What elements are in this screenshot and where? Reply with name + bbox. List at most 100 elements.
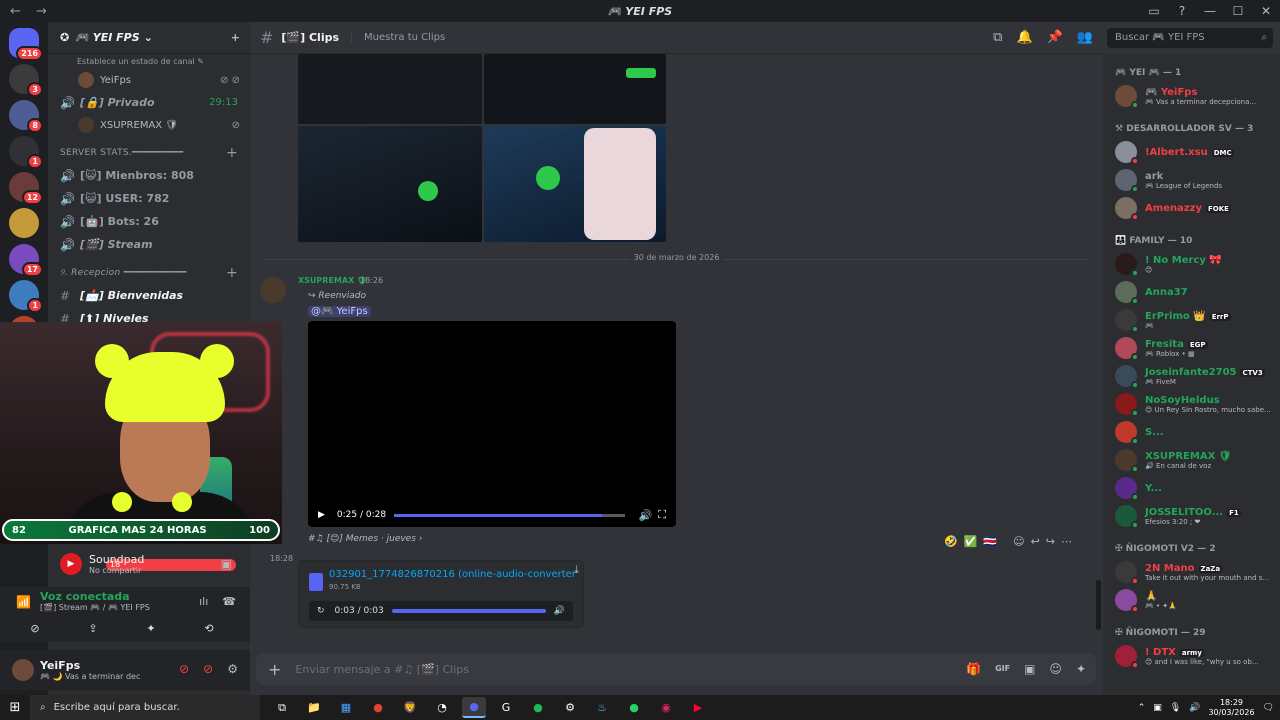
member-item[interactable]: ! DTX army 😊 and I was like, "why u so ob.… xyxy=(1103,642,1280,670)
fullscreen-icon[interactable]: ⛶ xyxy=(658,508,666,522)
channel-bots[interactable]: 🔊 [🤖] Bots: 26 xyxy=(48,210,250,233)
server-icon[interactable]: 3 xyxy=(9,64,43,97)
image-attachment[interactable] xyxy=(298,54,482,124)
channel-members[interactable]: 🔊 [😺] Mienbros: 808 xyxy=(48,164,250,187)
screen-share-icon[interactable]: ▣ xyxy=(221,557,232,571)
maximize-button[interactable]: ☐ xyxy=(1224,0,1252,22)
taskbar-app-icon[interactable]: ▶ xyxy=(686,697,710,718)
image-attachment[interactable] xyxy=(298,126,482,242)
reaction[interactable]: 🤣 xyxy=(944,535,958,548)
avatar[interactable] xyxy=(12,659,34,681)
soundpad-activity[interactable]: ▶ Soundpad No compartir ▣ xyxy=(48,547,250,581)
minimize-button[interactable]: — xyxy=(1196,0,1224,22)
channel-topic[interactable]: Muestra tu Clips xyxy=(351,32,445,43)
member-item[interactable]: Y... xyxy=(1103,474,1280,502)
windows-start-icon[interactable]: ⊞ xyxy=(0,700,30,715)
network-icon[interactable]: ▣ xyxy=(1153,703,1162,713)
channel-status-prompt[interactable]: Establece un estado de canal ✎ xyxy=(48,54,250,69)
member-item[interactable]: Fresita EGP 🎮 Roblox • ▦ xyxy=(1103,334,1280,362)
close-button[interactable]: ✕ xyxy=(1252,0,1280,22)
taskbar-app-icon[interactable]: 🦁 xyxy=(398,697,422,718)
add-reaction-icon[interactable]: ☺ xyxy=(1013,535,1024,548)
server-icon[interactable]: 1 xyxy=(9,136,43,169)
inbox-icon[interactable]: ▭ xyxy=(1140,0,1168,22)
play-icon[interactable]: ▶ xyxy=(318,510,325,520)
channel-bienvenidas[interactable]: # [📩] Bienvenidas xyxy=(48,284,250,307)
taskbar-app-icon[interactable]: ◔ xyxy=(430,697,454,718)
member-item[interactable]: 🎮 YeiFps 🎮 Vas a terminar decepciona... xyxy=(1103,82,1280,110)
taskbar-app-icon[interactable]: ● xyxy=(462,697,486,718)
volume-icon[interactable]: 🔊 xyxy=(1189,703,1200,713)
member-item[interactable]: XSUPREMAX 🛡 🔊 En canal de voz xyxy=(1103,446,1280,474)
taskbar-search[interactable]: ⌕ Escribe aquí para buscar. xyxy=(30,695,260,720)
voice-channel-private[interactable]: 🔊 [🔒] Privado 29:13 xyxy=(48,91,250,114)
gift-icon[interactable]: 🎁 xyxy=(966,662,981,676)
taskbar-app-icon[interactable]: ● xyxy=(526,697,550,718)
image-attachment[interactable] xyxy=(484,126,666,242)
server-icon[interactable]: 17 xyxy=(9,244,43,277)
attachment-filename[interactable]: 032901_1774826870216 (online-audio-conve… xyxy=(329,569,575,580)
taskbar-app-icon[interactable]: ⧉ xyxy=(270,697,294,718)
member-item[interactable]: 🙏 🎮 • ✦🙏 xyxy=(1103,586,1280,614)
download-icon[interactable]: ⤓ xyxy=(574,563,579,577)
add-channel-icon[interactable]: + xyxy=(226,265,238,281)
user-mention[interactable]: @🎮 YeiFps xyxy=(308,306,371,317)
member-list-icon[interactable]: 👥 xyxy=(1077,30,1093,45)
screen-share-button[interactable]: ⇪ xyxy=(68,620,118,638)
add-member-icon[interactable]: + xyxy=(231,31,240,44)
server-header[interactable]: ✪ 🎮 YEI FPS ⌄ + xyxy=(48,22,250,54)
more-icon[interactable]: ⋯ xyxy=(1061,535,1072,548)
member-item[interactable]: ! No Mercy 🎀 😊 xyxy=(1103,250,1280,278)
taskbar-app-icon[interactable]: ● xyxy=(622,697,646,718)
activities-button[interactable]: ✦ xyxy=(126,620,176,638)
server-icon[interactable] xyxy=(9,208,39,238)
chevron-up-icon[interactable]: ⌃ xyxy=(1138,703,1146,713)
apps-icon[interactable]: ✦ xyxy=(1076,662,1086,676)
signal-icon[interactable]: 📶 xyxy=(16,595,31,609)
server-icon[interactable]: 8 xyxy=(9,100,43,133)
camera-off-button[interactable]: ⊘ xyxy=(10,620,60,638)
server-icon[interactable]: 1 xyxy=(9,280,43,313)
reaction[interactable]: 🇨🇷 xyxy=(983,535,997,548)
category-server-stats[interactable]: SERVER STATS.━━━━━━━━━ + xyxy=(48,142,250,164)
audio-progress-bar[interactable] xyxy=(391,609,546,613)
member-item[interactable]: !Albert.xsu DMC xyxy=(1103,138,1280,166)
member-item[interactable]: NoSoyHeldus 😊 Un Rey Sin Rostro, mucho sa… xyxy=(1103,390,1280,418)
image-attachment[interactable] xyxy=(484,54,666,124)
taskbar-app-icon[interactable]: 📁 xyxy=(302,697,326,718)
gif-icon[interactable]: GIF xyxy=(995,662,1010,676)
video-progress-bar[interactable] xyxy=(394,513,625,517)
taskbar-app-icon[interactable]: G xyxy=(494,697,518,718)
add-channel-icon[interactable]: + xyxy=(226,145,238,161)
notification-icon[interactable]: 🗨 xyxy=(1263,703,1274,713)
mic-muted-icon[interactable]: ⊘ xyxy=(179,662,189,676)
help-icon[interactable]: ? xyxy=(1168,0,1196,22)
reaction[interactable]: ✅ xyxy=(964,535,978,548)
scrollbar[interactable] xyxy=(1096,580,1101,630)
taskbar-app-icon[interactable]: ◉ xyxy=(654,697,678,718)
forward-source[interactable]: #♫ [😊] Memes · jueves › xyxy=(308,534,422,544)
mic-icon[interactable]: 🎙 xyxy=(1170,703,1181,713)
member-item[interactable]: Amenazzy FOKE xyxy=(1103,194,1280,222)
taskbar-app-icon[interactable]: ♨ xyxy=(590,697,614,718)
emoji-icon[interactable]: ☺ xyxy=(1049,662,1062,676)
deafen-icon[interactable]: ⊘ xyxy=(203,662,213,676)
home-button[interactable]: 216 xyxy=(9,28,43,61)
taskbar-app-icon[interactable]: ▦ xyxy=(334,697,358,718)
voice-user[interactable]: YeiFps ⊘ ⊘ xyxy=(48,69,250,91)
replay-icon[interactable]: ↻ xyxy=(317,606,325,616)
disconnect-icon[interactable]: ☎ xyxy=(222,595,236,608)
taskbar-app-icon[interactable]: ● xyxy=(366,697,390,718)
soundboard-button[interactable]: ⟲ xyxy=(184,620,234,638)
avatar[interactable] xyxy=(260,277,286,303)
channel-users[interactable]: 🔊 [😺] USER: 782 xyxy=(48,187,250,210)
clock[interactable]: 18:29 30/03/2026 xyxy=(1208,698,1254,718)
voice-user[interactable]: XSUPREMAX 🛡 ⊘ xyxy=(48,114,250,136)
member-item[interactable]: ErPrimo 👑 ErrP 🎮 xyxy=(1103,306,1280,334)
soundboard-icon[interactable]: ılı xyxy=(199,595,208,608)
member-item[interactable]: JOSSELITOO... F1 Efesios 3:20 ; ❤ xyxy=(1103,502,1280,530)
member-item[interactable]: ark 🎮 League of Legends xyxy=(1103,166,1280,194)
member-item[interactable]: 2N Mano ZaZa Take it out with your mouth a… xyxy=(1103,558,1280,586)
reply-icon[interactable]: ↩ xyxy=(1031,535,1040,548)
voice-status-title[interactable]: Voz conectada xyxy=(40,590,130,603)
